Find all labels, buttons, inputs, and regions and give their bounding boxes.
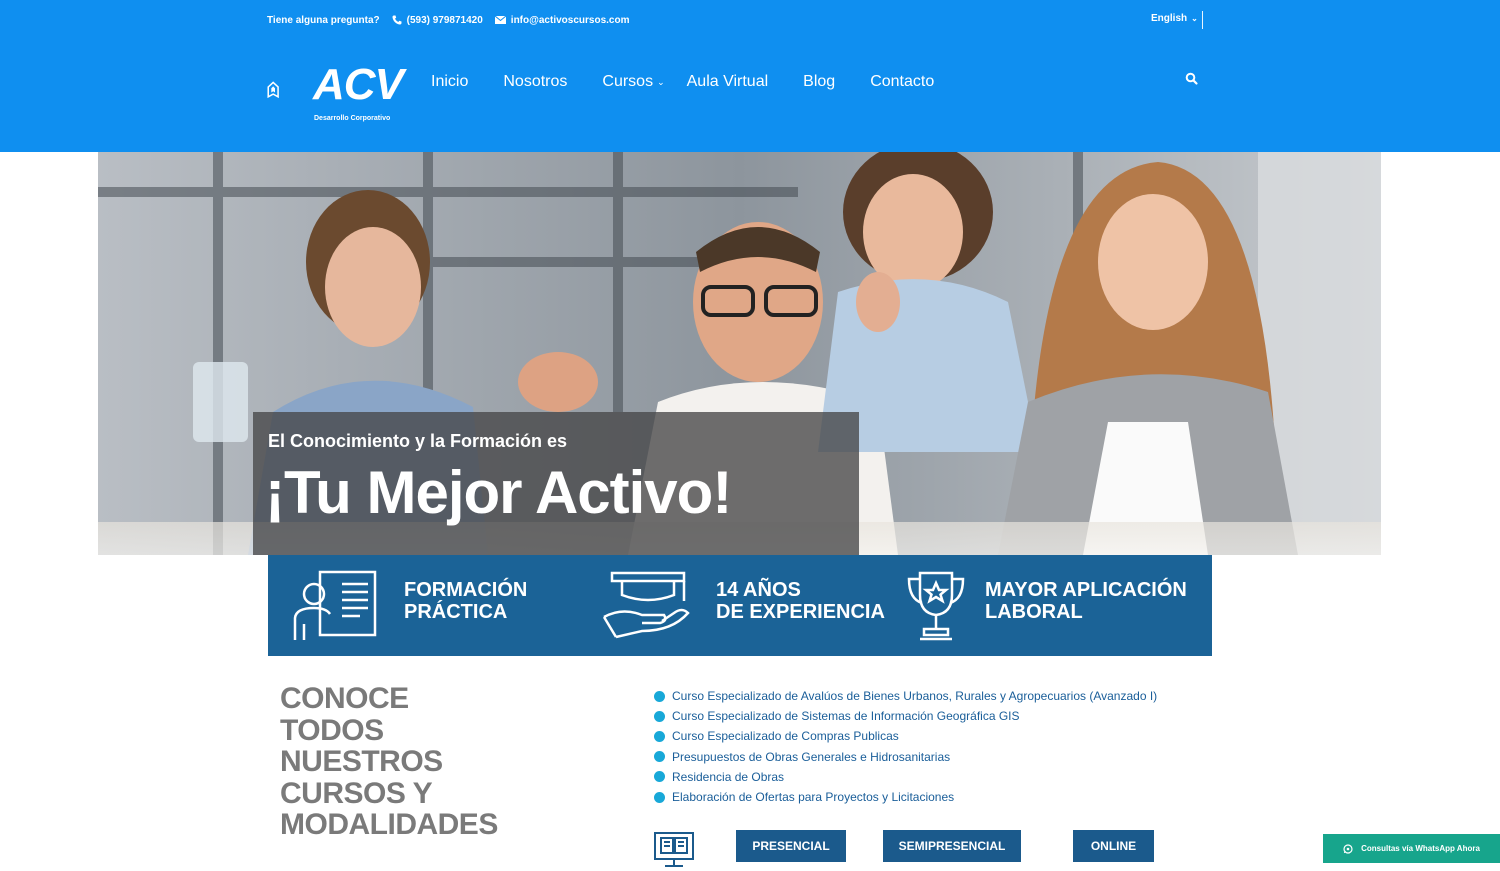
phone-number[interactable]: (593) 979871420 <box>407 15 483 26</box>
course-link[interactable]: Residencia de Obras <box>672 770 784 784</box>
topbar: Tiene alguna pregunta? (593) 979871420 i… <box>267 13 641 27</box>
presencial-button[interactable]: PRESENCIAL <box>736 830 846 862</box>
courses-heading: CONOCE TODOS NUESTROS CURSOS Y MODALIDAD… <box>280 683 498 841</box>
feature-practica-line1: FORMACIÓN <box>404 579 528 601</box>
bullet-icon <box>654 751 665 763</box>
topbar-phone[interactable]: (593) 979871420 <box>392 15 483 26</box>
logo-wordmark[interactable]: ACV <box>313 63 404 107</box>
courses-heading-line: NUESTROS <box>280 745 443 778</box>
main-nav: Inicio Nosotros Cursos ⌄ Aula Virtual Bl… <box>431 73 969 91</box>
list-item[interactable]: Residencia de Obras <box>654 767 1157 787</box>
feature-aplicacion-line1: MAYOR APLICACIÓN <box>985 579 1187 601</box>
language-selector[interactable]: English ⌄ <box>1151 13 1198 24</box>
whatsapp-label: Consultas vía WhatsApp Ahora <box>1361 844 1480 853</box>
nav-item-cursos[interactable]: Cursos ⌄ <box>602 73 664 91</box>
whatsapp-icon <box>1343 843 1353 854</box>
chevron-down-icon: ⌄ <box>1191 14 1198 23</box>
courses-heading-line: CURSOS Y <box>280 776 433 810</box>
computer-book-icon <box>654 832 694 867</box>
online-button[interactable]: ONLINE <box>1073 830 1154 862</box>
bullet-icon <box>654 710 665 722</box>
feature-practica: FORMACIÓN PRÁCTICA <box>404 579 527 623</box>
list-item[interactable]: Curso Especializado de Compras Publicas <box>654 726 1157 746</box>
search-icon[interactable] <box>1185 72 1199 86</box>
list-item[interactable]: Curso Especializado de Avalúos de Bienes… <box>654 686 1157 706</box>
whatsapp-button[interactable]: Consultas vía WhatsApp Ahora <box>1323 834 1500 863</box>
language-label: English <box>1151 13 1188 24</box>
divider <box>1202 11 1203 29</box>
feature-aplicacion: MAYOR APLICACIÓN LABORAL <box>985 579 1187 623</box>
list-item[interactable]: Curso Especializado de Sistemas de Infor… <box>654 706 1157 726</box>
trophy-icon <box>907 571 965 641</box>
feature-practica-line2: PRÁCTICA <box>404 601 508 623</box>
courses-heading-line: MODALIDADES <box>280 808 498 841</box>
nav-item-cursos-label: Cursos <box>602 73 654 90</box>
chevron-down-icon: ⌄ <box>657 76 665 87</box>
logo-icon[interactable] <box>267 64 307 118</box>
course-link[interactable]: Curso Especializado de Sistemas de Infor… <box>672 709 1020 723</box>
envelope-icon <box>494 16 506 24</box>
courses-heading-line: TODOS <box>280 713 384 747</box>
courses-heading-line: CONOCE <box>280 682 409 715</box>
course-link[interactable]: Presupuestos de Obras Generales e Hidros… <box>672 750 950 764</box>
graduation-cap-hand-icon <box>602 571 690 639</box>
feature-aplicacion-line2: LABORAL <box>985 601 1083 623</box>
list-item[interactable]: Elaboración de Ofertas para Proyectos y … <box>654 787 1157 807</box>
course-link[interactable]: Curso Especializado de Avalúos de Bienes… <box>672 689 1157 703</box>
nav-item-inicio[interactable]: Inicio <box>431 73 468 91</box>
presentation-icon <box>293 570 377 640</box>
bullet-icon <box>654 791 665 803</box>
phone-icon <box>392 15 402 25</box>
nav-item-aula-virtual[interactable]: Aula Virtual <box>687 73 769 91</box>
course-link[interactable]: Curso Especializado de Compras Publicas <box>672 729 899 743</box>
semipresencial-button[interactable]: SEMIPRESENCIAL <box>883 830 1021 862</box>
course-link[interactable]: Elaboración de Ofertas para Proyectos y … <box>672 790 954 804</box>
feature-experiencia-line2: DE EXPERIENCIA <box>716 601 885 623</box>
feature-experiencia: 14 AÑOS DE EXPERIENCIA <box>716 579 885 623</box>
hero-subtitle: El Conocimiento y la Formación es <box>268 431 568 451</box>
features-band: FORMACIÓN PRÁCTICA 14 AÑOS DE EXPERIENCI… <box>268 555 1212 656</box>
feature-experiencia-line1: 14 AÑOS <box>716 579 801 601</box>
site-header: Tiene alguna pregunta? (593) 979871420 i… <box>0 0 1500 152</box>
bullet-icon <box>654 730 665 742</box>
logo-tagline: Desarrollo Corporativo <box>314 115 391 122</box>
bullet-icon <box>654 690 665 702</box>
topbar-question: Tiene alguna pregunta? <box>267 14 380 26</box>
topbar-email[interactable]: info@activoscursos.com <box>494 15 630 26</box>
bullet-icon <box>654 771 665 783</box>
list-item[interactable]: Presupuestos de Obras Generales e Hidros… <box>654 747 1157 767</box>
course-list: Curso Especializado de Avalúos de Bienes… <box>654 686 1157 807</box>
email-address[interactable]: info@activoscursos.com <box>511 15 630 26</box>
nav-item-blog[interactable]: Blog <box>803 73 835 91</box>
nav-item-contacto[interactable]: Contacto <box>870 73 934 91</box>
hero-title: ¡Tu Mejor Activo! <box>265 459 732 526</box>
nav-item-nosotros[interactable]: Nosotros <box>503 73 567 91</box>
